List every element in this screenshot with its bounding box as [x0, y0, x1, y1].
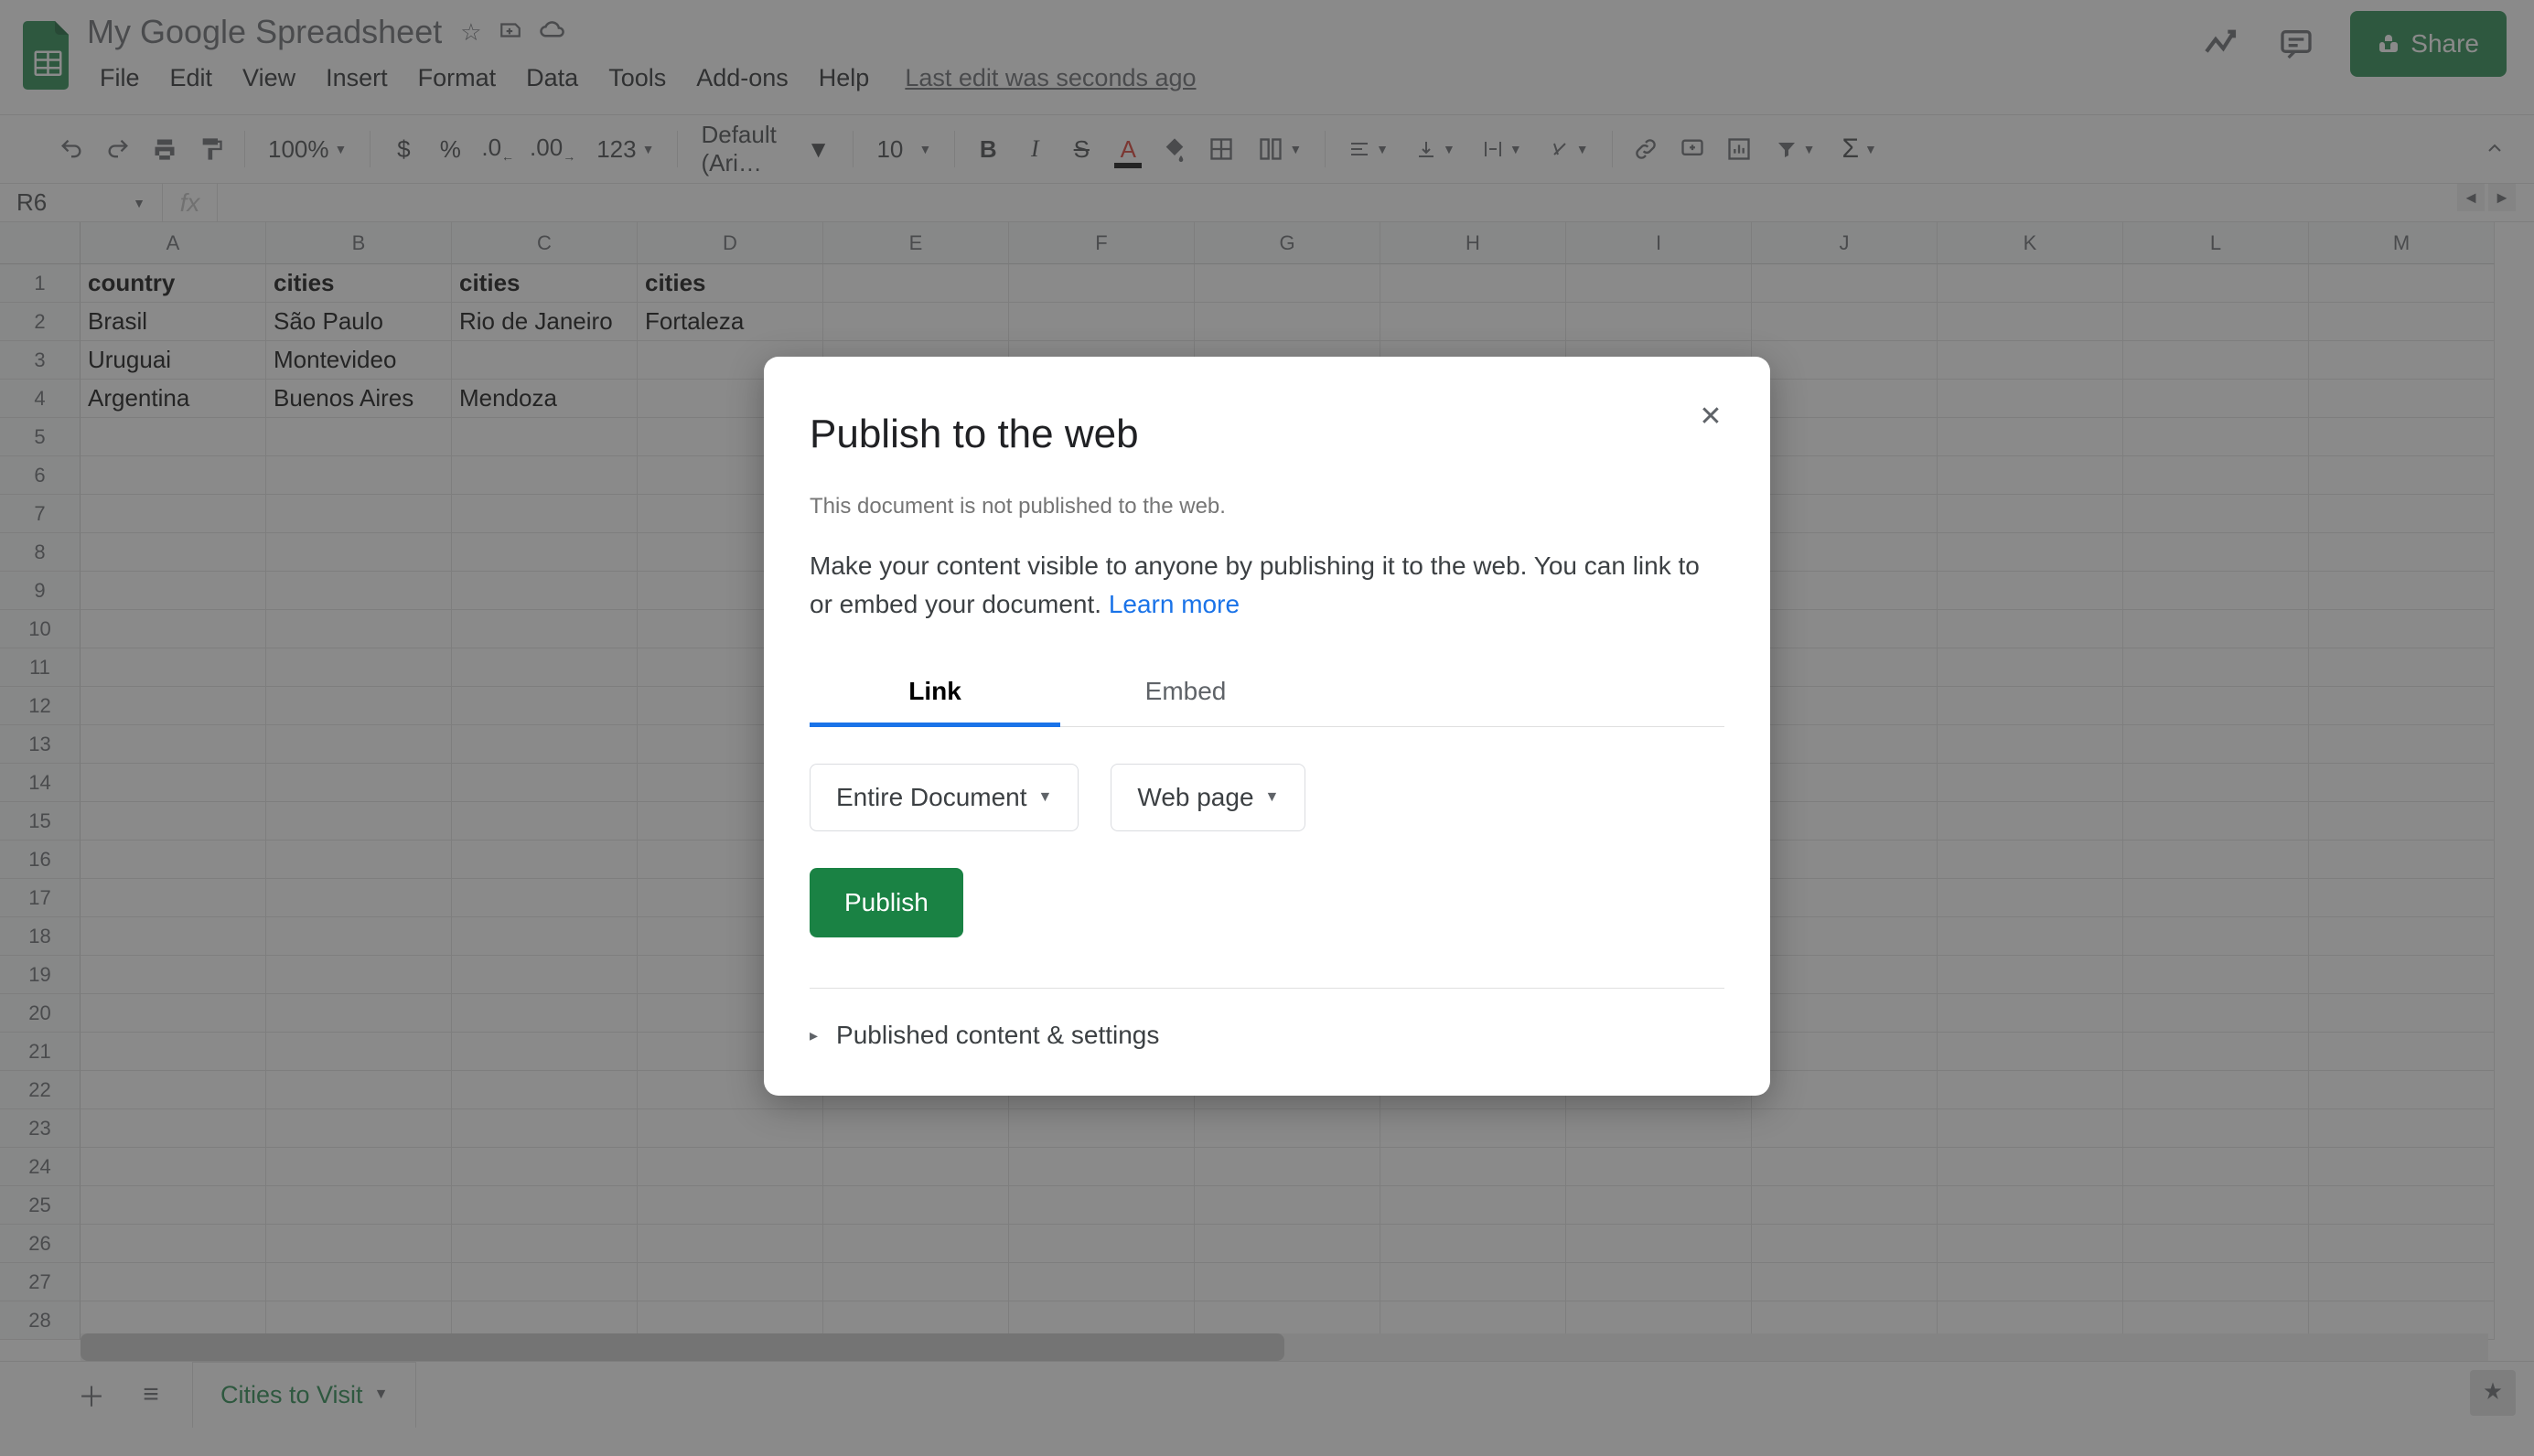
- dialog-status-note: This document is not published to the we…: [810, 494, 1724, 519]
- tab-embed[interactable]: Embed: [1060, 660, 1311, 726]
- close-button[interactable]: ✕: [1692, 398, 1729, 434]
- publish-dialog: ✕ Publish to the web This document is no…: [764, 357, 1770, 1096]
- scope-select[interactable]: Entire Document▼: [810, 764, 1079, 831]
- dialog-tabs: Link Embed: [810, 660, 1724, 727]
- publish-button[interactable]: Publish: [810, 868, 963, 937]
- modal-overlay: ✕ Publish to the web This document is no…: [0, 0, 2534, 1456]
- chevron-right-icon: ▸: [810, 1026, 818, 1045]
- dialog-title: Publish to the web: [810, 412, 1724, 457]
- published-content-settings-toggle[interactable]: ▸ Published content & settings: [810, 1021, 1724, 1050]
- tab-link[interactable]: Link: [810, 660, 1060, 727]
- dialog-description: Make your content visible to anyone by p…: [810, 547, 1724, 624]
- learn-more-link[interactable]: Learn more: [1109, 590, 1240, 618]
- format-select[interactable]: Web page▼: [1111, 764, 1305, 831]
